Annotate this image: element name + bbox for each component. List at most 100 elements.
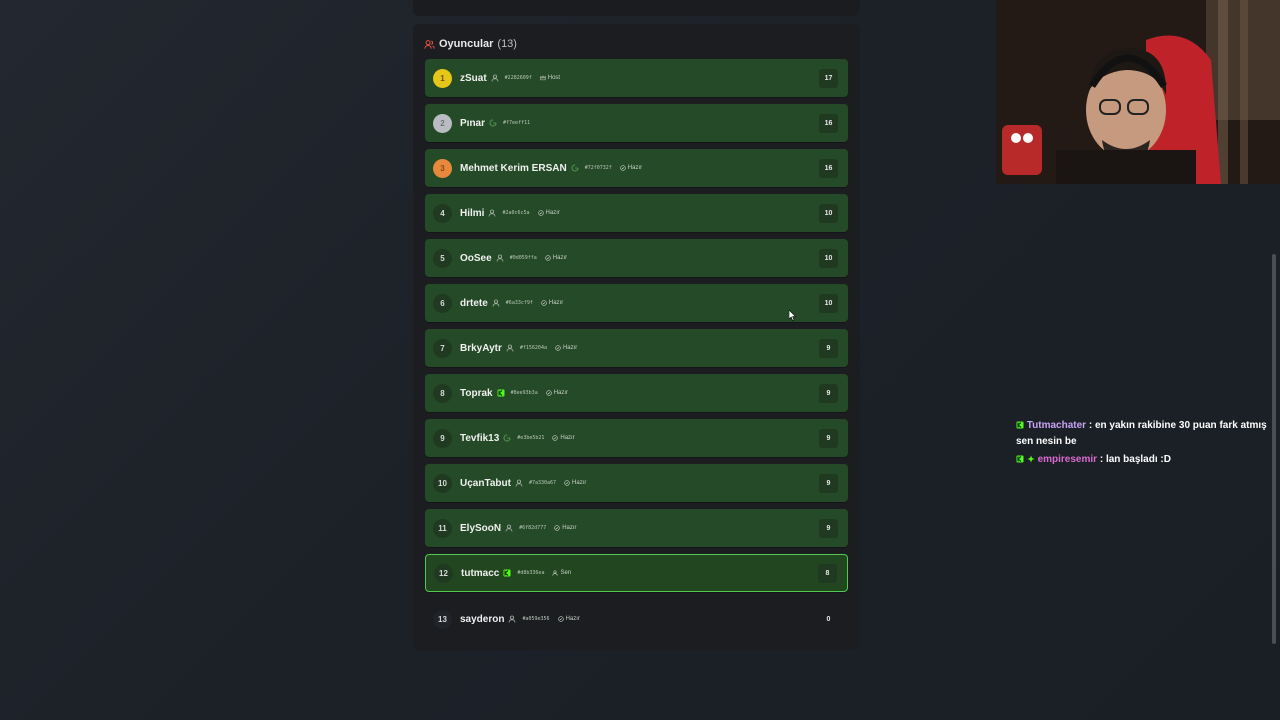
player-score: 8 (818, 563, 837, 583)
player-name: Toprak (460, 387, 493, 399)
player-row[interactable]: 4 Hilmi #2a0c6c5a Hazır 10 (425, 194, 848, 232)
player-status-label: Hazır (565, 616, 580, 622)
player-row[interactable]: 13 sayderon #a059e356 Hazır 0 (425, 600, 848, 638)
player-row[interactable]: 3 Mehmet Kerim ERSAN #72f0732f Hazır 16 (425, 149, 848, 187)
player-row[interactable]: 2 Pınar #f7eeff11 16 (425, 104, 848, 142)
kick-icon (497, 389, 505, 397)
player-id-tag: #d8b336ea (517, 570, 545, 576)
player-rank: 6 (433, 293, 452, 313)
player-score: 9 (819, 473, 838, 493)
chat-message: empiresemir : lan başladı :D (1016, 452, 1276, 468)
player-rank: 3 (433, 158, 452, 178)
check-icon (537, 210, 544, 216)
player-row[interactable]: 5 OoSee #0d059ffa Hazır 10 (425, 239, 848, 277)
player-status-label: Hazır (562, 525, 577, 531)
check-icon (554, 525, 560, 531)
player-status-label: Hazır (545, 210, 560, 216)
player-name: ElySooN (460, 522, 502, 534)
player-name: Mehmet Kerim ERSAN (460, 162, 567, 174)
player-id-tag: #2a0c6c5a (502, 210, 530, 216)
previous-panel-edge (413, 0, 860, 16)
streamer-webcam (996, 0, 1280, 184)
chat-separator: : (1086, 420, 1095, 431)
stream-chat: Tutmachater : en yakın rakibine 30 puan … (1016, 418, 1276, 468)
check-icon (555, 345, 561, 351)
player-status-label: Hazır (553, 390, 569, 396)
player-rank: 13 (433, 609, 452, 629)
player-name: zSuat (460, 72, 487, 84)
players-title: Oyuncular (439, 38, 494, 50)
player-status: Hazır (546, 390, 568, 396)
player-rank: 8 (433, 383, 452, 403)
player-name: Tevfik13 (460, 432, 500, 444)
player-id-tag: #7a330a67 (528, 480, 557, 486)
player-id-tag: #f7eeff11 (503, 120, 531, 126)
player-score: 9 (819, 428, 838, 448)
chat-username[interactable]: empiresemir (1038, 454, 1097, 465)
player-rank: 2 (433, 113, 452, 133)
player-row[interactable]: 7 BrkyAytr #f156204a Hazır 9 (425, 329, 848, 367)
player-id-tag: #72f0732f (584, 165, 612, 171)
player-status: Hazır (554, 525, 577, 531)
player-status: Hazır (545, 255, 567, 261)
check-icon (546, 390, 552, 396)
player-id-tag: #6f82d777 (519, 525, 547, 531)
player-status: Hazır (541, 300, 563, 306)
player-status: Hazır (620, 165, 642, 171)
player-status-label: Hazır (562, 345, 578, 351)
user-icon (491, 74, 499, 82)
player-name: Pınar (460, 117, 486, 129)
player-rank: 12 (434, 563, 453, 583)
mouse-cursor-icon (789, 310, 796, 321)
player-row[interactable]: 12 tutmacc #d8b336ea Sen 8 (425, 554, 848, 592)
player-status-label: Host (547, 75, 561, 81)
user-icon (489, 209, 496, 217)
kick-badge-icon (1016, 421, 1024, 429)
player-name: sayderon (460, 613, 505, 625)
user-icon (506, 344, 514, 352)
check-icon (552, 435, 559, 441)
crown-icon (540, 75, 546, 81)
player-id-tag: #a059e356 (522, 616, 550, 622)
player-rank: 9 (433, 428, 452, 448)
player-status-label: Hazır (548, 300, 564, 306)
google-icon (489, 119, 497, 127)
player-rank: 10 (433, 473, 452, 493)
player-name: Hilmi (460, 207, 485, 219)
player-name: OoSee (460, 252, 492, 264)
player-id-tag: #0d059ffa (509, 255, 537, 261)
player-row[interactable]: 8 Toprak #8ee93b3a Hazır 9 (425, 374, 848, 412)
player-id-tag: #e3be5b21 (517, 435, 545, 441)
player-rank: 11 (433, 518, 452, 538)
chat-username[interactable]: Tutmachater (1027, 420, 1086, 431)
player-row[interactable]: 11 ElySooN #6f82d777 Hazır 9 (425, 509, 848, 547)
player-score: 16 (819, 158, 838, 178)
check-icon (557, 616, 564, 622)
player-score: 9 (819, 338, 838, 358)
chat-message: Tutmachater : en yakın rakibine 30 puan … (1016, 418, 1276, 450)
player-row[interactable]: 10 UçanTabut #7a330a67 Hazır 9 (425, 464, 848, 502)
player-status: Host (540, 75, 560, 81)
player-status-label: Hazır (627, 165, 643, 171)
check-icon (620, 165, 626, 171)
check-icon (564, 480, 570, 486)
sparkle-badge-icon (1027, 455, 1035, 463)
player-row[interactable]: 1 zSuat #2282609f Host 17 (425, 59, 848, 97)
player-id-tag: #8ee93b3a (510, 390, 538, 396)
users-icon (424, 39, 435, 49)
player-score: 9 (819, 383, 838, 403)
player-row[interactable]: 6 drtete #6a33cf9f Hazır 10 (425, 284, 848, 322)
player-rank: 4 (433, 203, 452, 223)
chat-separator: : (1097, 454, 1106, 465)
kick-icon (503, 569, 511, 577)
player-rank: 7 (433, 338, 452, 358)
player-status: Hazır (564, 480, 586, 486)
player-score: 9 (819, 518, 838, 538)
player-name: BrkyAytr (460, 342, 502, 354)
player-row[interactable]: 9 Tevfik13 #e3be5b21 Hazır 9 (425, 419, 848, 457)
user-icon (515, 479, 523, 487)
player-name: UçanTabut (460, 477, 511, 489)
google-icon (571, 164, 579, 172)
user-icon (496, 254, 504, 262)
player-status: Hazır (557, 616, 580, 622)
